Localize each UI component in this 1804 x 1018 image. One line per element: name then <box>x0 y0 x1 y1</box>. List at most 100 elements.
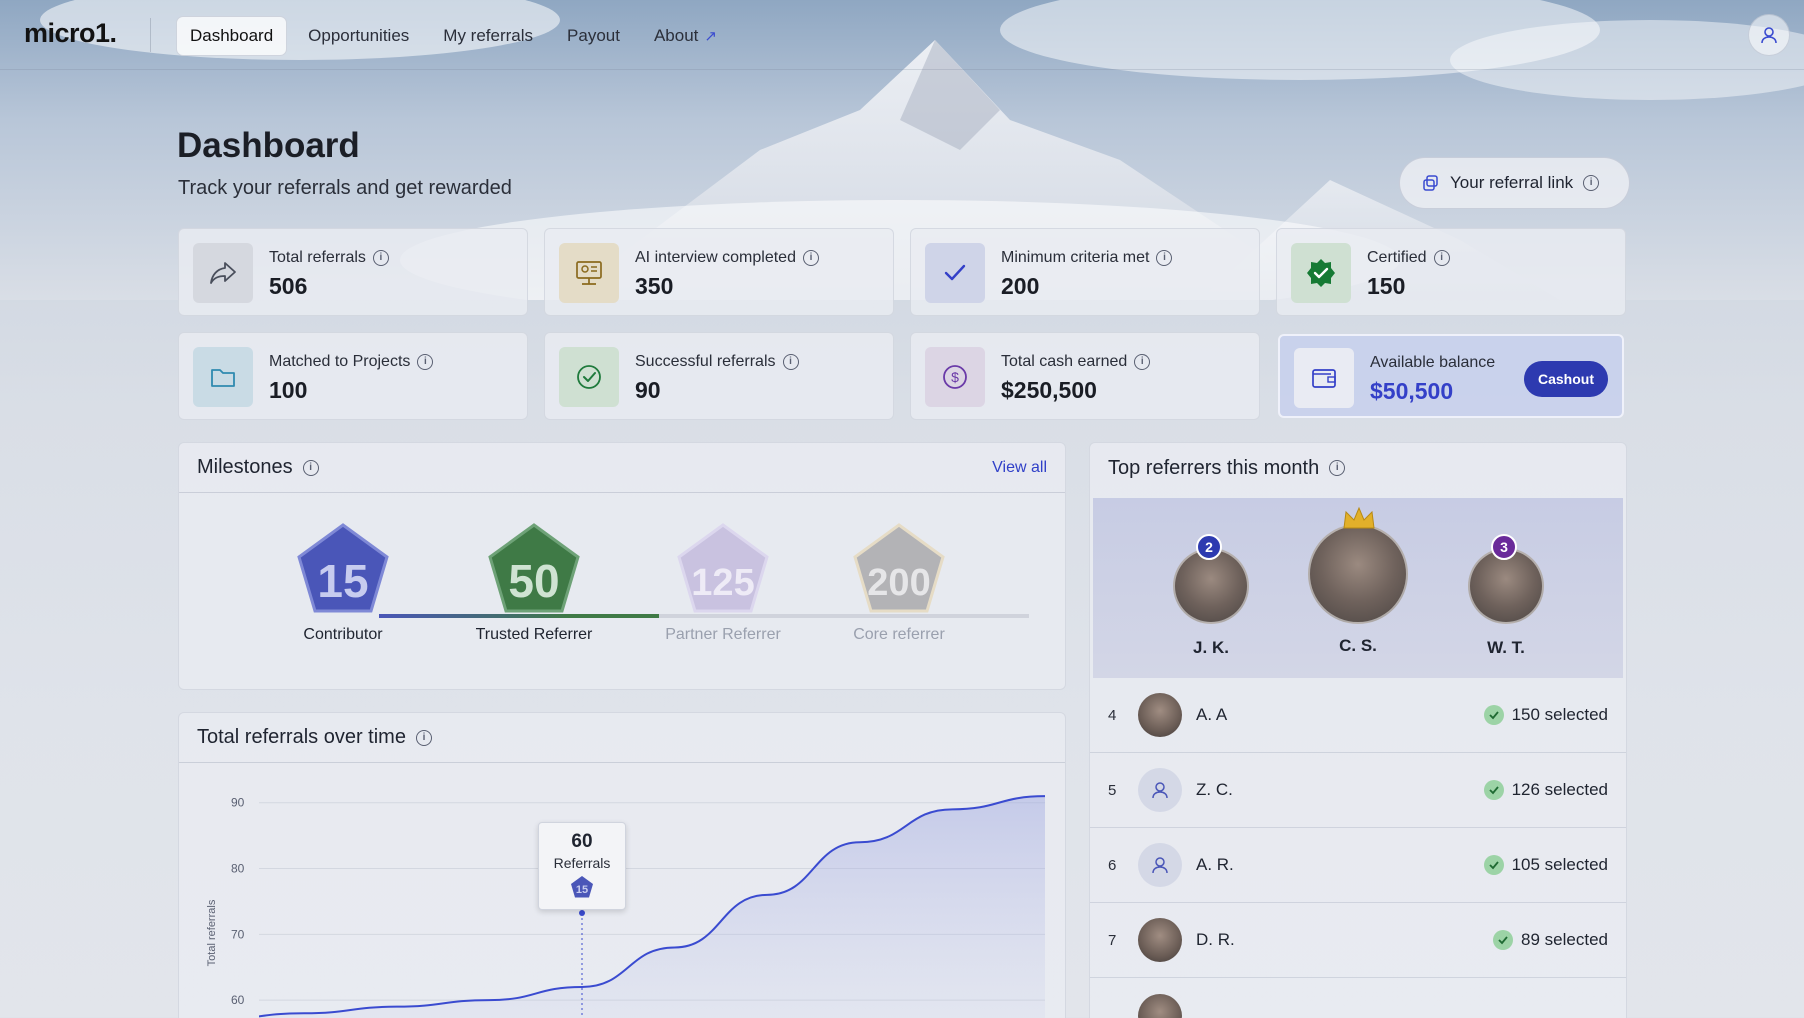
chart-header: Total referrals over time i <box>179 713 1065 763</box>
avatar <box>1138 993 1182 1018</box>
referrals-chart-panel: Total referrals over time i 60 70 80 90 Tot… <box>178 712 1066 1018</box>
top-navigation: micro1. Dashboard Opportunities My refer… <box>0 0 1804 70</box>
available-balance-value: $50,500 <box>1370 378 1454 404</box>
info-icon[interactable]: i <box>372 250 389 266</box>
stat-card-available-balance: Available balance $50,500 Cashout <box>1278 334 1624 418</box>
milestone-number: 200 <box>867 562 930 604</box>
milestone-trusted-referrer[interactable]: 50 Trusted Referrer <box>454 523 614 644</box>
leaderboard-name: A. R. <box>1196 855 1234 874</box>
leaderboard-rank: 5 <box>1108 781 1117 799</box>
leaderboard-row[interactable]: 5 Z. C. 126 selected <box>1090 753 1626 828</box>
stat-label: Certified i <box>1367 249 1450 267</box>
leaderboard-name: Z. C. <box>1196 780 1233 799</box>
stat-label-text: Certified <box>1367 249 1427 266</box>
referral-link-button[interactable]: Your referral link i <box>1399 157 1630 209</box>
selected-count: 105 selected <box>1483 855 1608 875</box>
leaderboard-row[interactable]: 4 A. A 150 selected <box>1090 678 1626 753</box>
selected-count: 89 selected <box>1493 930 1608 950</box>
podium-second[interactable]: J. K. 2 <box>1171 534 1251 658</box>
avatar <box>1308 524 1408 624</box>
stat-label-text: Total referrals <box>269 249 366 266</box>
page-title: Dashboard <box>177 126 360 165</box>
milestones-panel: Milestones i View all 15 Contributor 50 … <box>178 442 1066 690</box>
info-icon[interactable]: i <box>1583 175 1600 191</box>
wallet-icon <box>1294 348 1354 408</box>
leaderboard-row[interactable]: 7 D. R. 89 selected <box>1090 903 1626 978</box>
folder-icon <box>193 347 253 407</box>
nav-payout-label: Payout <box>567 26 620 45</box>
stat-label-text: Minimum criteria met <box>1001 249 1150 266</box>
milestone-name: Core referrer <box>853 626 945 643</box>
top-referrers-panel: Top referrers this month i J. K. 2 C. S.… <box>1089 442 1627 1018</box>
selected-count-text: 105 selected <box>1511 855 1608 874</box>
stat-label: AI interview completed i <box>635 249 819 267</box>
nav-my-referrals-label: My referrals <box>443 26 534 45</box>
info-icon[interactable]: i <box>302 459 319 476</box>
podium-name: C. S. <box>1339 636 1377 655</box>
chart-tooltip: 60 Referrals 15 <box>538 822 626 910</box>
milestone-badge: 200 <box>853 523 945 613</box>
milestone-badge: 50 <box>488 523 580 613</box>
share-arrow-icon <box>193 243 253 303</box>
nav-payout[interactable]: Payout <box>554 16 633 56</box>
nav-my-referrals[interactable]: My referrals <box>430 16 546 56</box>
nav-opportunities[interactable]: Opportunities <box>295 16 422 56</box>
interview-icon <box>559 243 619 303</box>
selected-count-text: 150 selected <box>1511 705 1608 724</box>
dollar-icon: $ <box>925 347 985 407</box>
milestone-partner-referrer[interactable]: 125 Partner Referrer <box>643 523 803 644</box>
milestone-number: 50 <box>508 555 559 607</box>
milestone-contributor[interactable]: 15 Contributor <box>263 523 423 644</box>
chart-title: Total referrals over time <box>197 726 406 748</box>
stat-label: Minimum criteria met i <box>1001 249 1173 267</box>
stat-value: $250,500 <box>1001 377 1097 403</box>
podium-first[interactable]: C. S. <box>1308 506 1408 656</box>
milestone-badge-icon: 15 <box>571 876 593 898</box>
stat-value: 90 <box>635 377 661 403</box>
check-circle-icon <box>1483 780 1504 800</box>
info-icon[interactable]: i <box>782 354 799 370</box>
stat-card-certified: Certified i 150 <box>1276 228 1626 316</box>
info-icon[interactable]: i <box>417 354 434 370</box>
info-icon[interactable]: i <box>415 729 432 746</box>
stat-value: 150 <box>1367 273 1406 299</box>
nav-dashboard[interactable]: Dashboard <box>176 16 288 56</box>
milestone-badge: 125 <box>677 523 769 613</box>
external-link-icon: ↗ <box>704 28 717 45</box>
podium-third[interactable]: W. T. 3 <box>1466 534 1546 658</box>
info-icon[interactable]: i <box>1433 250 1450 266</box>
milestone-core-referrer[interactable]: 200 Core referrer <box>819 523 979 644</box>
info-icon[interactable]: i <box>802 250 819 266</box>
leaderboard-name: D. R. <box>1196 930 1235 949</box>
nav-about[interactable]: About ↗ <box>641 16 730 56</box>
podium-name: W. T. <box>1487 638 1525 657</box>
view-all-link[interactable]: View all <box>992 459 1047 477</box>
logo[interactable]: micro1. <box>24 18 117 49</box>
stat-label-text: Total cash earned <box>1001 353 1128 370</box>
leaderboard-row[interactable]: 6 A. R. 105 selected <box>1090 828 1626 903</box>
stat-label: Total referrals i <box>269 249 389 267</box>
stat-card-matched-projects: Matched to Projects i 100 <box>178 332 528 420</box>
y-tick-label: 70 <box>231 927 245 941</box>
user-profile-button[interactable] <box>1748 14 1790 56</box>
user-placeholder-icon <box>1138 768 1182 812</box>
stat-value: 100 <box>269 377 308 403</box>
info-icon[interactable]: i <box>1134 354 1151 370</box>
highlight-point[interactable] <box>579 910 585 916</box>
main-nav: Dashboard Opportunities My referrals Pay… <box>176 16 730 56</box>
stat-card-total-referrals: Total referrals i 506 <box>178 228 528 316</box>
stat-value: 200 <box>1001 273 1040 299</box>
milestone-number: 15 <box>317 555 368 607</box>
leaderboard-row-partial[interactable] <box>1090 978 1626 1018</box>
info-icon[interactable]: i <box>1329 460 1346 476</box>
stat-label-text: Successful referrals <box>635 353 776 370</box>
cashout-button[interactable]: Cashout <box>1524 361 1608 397</box>
stat-card-minimum-criteria: Minimum criteria met i 200 <box>910 228 1260 316</box>
stat-value: 350 <box>635 273 674 299</box>
stat-value: 506 <box>269 273 308 299</box>
podium-name: J. K. <box>1193 638 1229 657</box>
stat-card-ai-interview: AI interview completed i 350 <box>544 228 894 316</box>
stat-label-text: Available balance <box>1370 354 1496 371</box>
info-icon[interactable]: i <box>1156 250 1173 266</box>
milestones-header: Milestones i View all <box>179 443 1065 493</box>
